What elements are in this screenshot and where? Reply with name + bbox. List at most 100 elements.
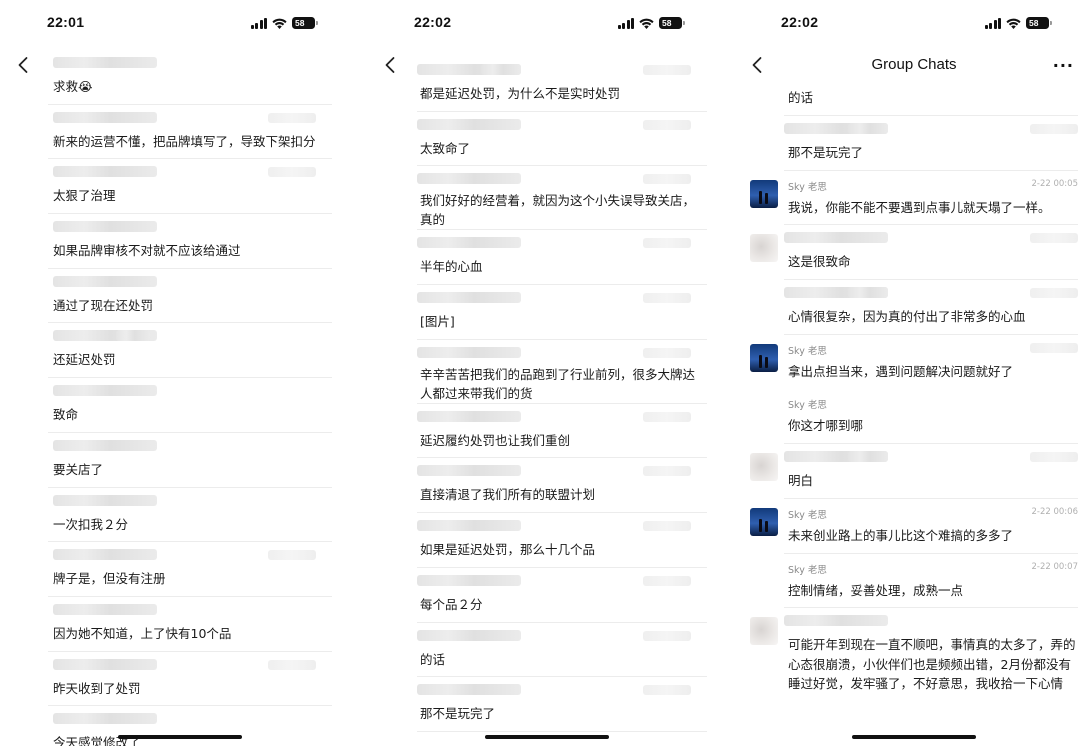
- list-item[interactable]: 如果是延迟处罚，那么十几个品: [417, 513, 707, 568]
- page-title: Group Chats: [871, 56, 957, 73]
- blurred-timestamp: [268, 550, 316, 561]
- blurred-sender-name: [417, 574, 521, 586]
- list-item[interactable]: 昨天收到了处罚: [48, 652, 332, 707]
- blurred-timestamp: [643, 238, 691, 249]
- battery-icon: 58: [1026, 17, 1052, 29]
- message-text: 还延迟处罚: [53, 352, 116, 368]
- list-item[interactable]: 这是很致命: [734, 225, 1078, 281]
- blurred-sender-name: [53, 494, 157, 506]
- home-indicator[interactable]: [852, 734, 976, 739]
- avatar[interactable]: [750, 343, 778, 372]
- phone-screen-3: 22:02 58 Group Chats ··· 的话 那不是玩完了 Sky 老…: [734, 0, 1080, 746]
- blurred-timestamp: [643, 65, 691, 75]
- list-item[interactable]: 太狠了治理: [48, 159, 332, 215]
- list-item[interactable]: Sky 老思 2-22 00:05 我说，你能不能不要遇到点事儿就天塌了一样。: [734, 171, 1078, 226]
- blurred-sender-name: [417, 629, 521, 641]
- list-item[interactable]: 如果品牌审核不对就不应该给通过: [48, 214, 332, 269]
- list-item[interactable]: 通过了现在还处罚: [48, 269, 332, 324]
- avatar[interactable]: [750, 179, 778, 208]
- blurred-sender-name: [53, 549, 157, 561]
- home-indicator[interactable]: [485, 734, 609, 739]
- phone-screen-2: 22:02 58 都是延迟处罚，为什么不是实时处罚 太致命了 我们好好的经营着，…: [367, 0, 727, 746]
- blurred-timestamp: [643, 630, 691, 641]
- message-text: [图片]: [420, 314, 455, 330]
- list-item[interactable]: 求救😭: [48, 50, 332, 105]
- message-text: 要关店了: [53, 461, 104, 477]
- blurred-sender-name: [53, 385, 157, 397]
- avatar[interactable]: [750, 617, 778, 646]
- blurred-sender-name: [784, 232, 888, 244]
- list-item[interactable]: 牌子是，但没有注册: [48, 542, 332, 597]
- list-item[interactable]: 因为她不知道，上了快有10个品: [48, 597, 332, 652]
- blurred-sender-name: [53, 658, 157, 670]
- message-text: 的话: [420, 651, 446, 667]
- list-item[interactable]: 还延迟处罚: [48, 323, 332, 379]
- list-item[interactable]: 辛辛苦苦把我们的品跑到了行业前列，很多大牌达人都过来带我们的货: [417, 340, 707, 404]
- blurred-timestamp: [1030, 233, 1078, 244]
- list-item[interactable]: 每个品２分: [417, 568, 707, 623]
- blurred-sender-name: [417, 292, 521, 304]
- blurred-timestamp: [1030, 342, 1078, 353]
- list-item[interactable]: 一次扣我２分: [48, 488, 332, 543]
- message-text: 那不是玩完了: [788, 145, 864, 160]
- blurred-sender-name: [53, 603, 157, 615]
- list-item[interactable]: Sky 老思 2-22 00:06 未来创业路上的事儿比这个难搞的多多了: [734, 499, 1078, 554]
- message-time: 2-22 00:06: [1031, 506, 1079, 517]
- list-item[interactable]: 半年的心血: [417, 230, 707, 286]
- list-item[interactable]: 的话: [734, 86, 1078, 116]
- avatar[interactable]: [750, 507, 778, 536]
- avatar[interactable]: [750, 234, 778, 263]
- message-text: 那不是玩完了: [420, 706, 496, 722]
- list-item[interactable]: 那不是玩完了: [417, 677, 707, 732]
- blurred-sender-name: [784, 615, 888, 627]
- list-item[interactable]: 明白: [734, 444, 1078, 499]
- blurred-sender-name: [417, 173, 521, 185]
- list-item[interactable]: 要关店了: [48, 433, 332, 488]
- blurred-timestamp: [643, 119, 691, 130]
- list-item[interactable]: 我们好好的经营着，就因为这个小失误导致关店，真的: [417, 166, 707, 231]
- home-indicator[interactable]: [118, 734, 242, 739]
- sender-name: Sky 老思: [788, 400, 827, 412]
- status-bar: 22:02 58: [734, 0, 1080, 46]
- blurred-sender-name: [481, 64, 521, 75]
- message-time: 2-22 00:05: [1031, 178, 1079, 189]
- blurred-timestamp: [643, 521, 691, 532]
- list-item[interactable]: 延迟履约处罚也让我们重创: [417, 404, 707, 459]
- list-item[interactable]: 的话: [417, 623, 707, 678]
- blurred-timestamp: [643, 575, 691, 586]
- avatar[interactable]: [750, 453, 778, 482]
- message-text: 我们好好的经营着，就因为这个小失误导致关店，真的: [420, 193, 696, 228]
- message-text: 太致命了: [420, 140, 471, 156]
- blurred-sender-name: [417, 684, 521, 696]
- list-item[interactable]: 直接清退了我们所有的联盟计划: [417, 458, 707, 514]
- blurred-timestamp: [1030, 452, 1078, 463]
- message-text: 都是延迟处罚，为什么不是实时处罚: [420, 86, 621, 101]
- blurred-sender-name: [848, 123, 888, 134]
- list-item[interactable]: 心情很复杂，因为真的付出了非常多的心血: [734, 280, 1078, 335]
- blurred-sender-name: [53, 166, 157, 178]
- list-item[interactable]: 都是延迟处罚，为什么不是实时处罚: [417, 57, 707, 112]
- list-item[interactable]: 今天感觉修改了: [48, 706, 332, 746]
- list-item[interactable]: 致命: [48, 378, 332, 433]
- message-text: 一次扣我２分: [53, 516, 129, 532]
- message-list: 的话 那不是玩完了 Sky 老思 2-22 00:05 我说，你能不能不要遇到点事儿…: [734, 86, 1080, 746]
- message-text: 因为她不知道，上了快有10个品: [53, 625, 232, 641]
- list-item[interactable]: Sky 老思 2-22 00:07 控制情绪，妥善处理，成熟一点: [734, 554, 1078, 609]
- message-text: 这是很致命: [788, 254, 851, 270]
- message-time: 2-22 00:07: [1031, 561, 1079, 572]
- list-item[interactable]: 太致命了: [417, 112, 707, 167]
- blurred-sender-name: [417, 465, 521, 477]
- list-item[interactable]: 新来的运营不懂，把品牌填写了，导致下架扣分: [48, 105, 332, 160]
- wifi-icon: [272, 18, 287, 29]
- list-item[interactable]: Sky 老思 你这才哪到哪: [734, 389, 1078, 445]
- message-text: 未来创业路上的事儿比这个难搞的多多了: [788, 527, 1014, 543]
- list-item[interactable]: [图片]: [417, 285, 707, 340]
- list-item[interactable]: 那不是玩完了: [734, 116, 1078, 171]
- list-item[interactable]: Sky 老思 拿出点担当来，遇到问题解决问题就好了: [734, 335, 1078, 390]
- blurred-timestamp: [643, 347, 691, 358]
- list-item[interactable]: 可能开年到现在一直不顺吧，事情真的太多了，弄的心态很崩溃，小伙伴们也是频频出错，…: [734, 608, 1078, 726]
- message-list: 都是延迟处罚，为什么不是实时处罚 太致命了 我们好好的经营着，就因为这个小失误导…: [367, 57, 727, 746]
- blurred-timestamp: [268, 112, 316, 123]
- more-options-icon[interactable]: ···: [1053, 56, 1074, 75]
- blurred-sender-name: [53, 439, 157, 451]
